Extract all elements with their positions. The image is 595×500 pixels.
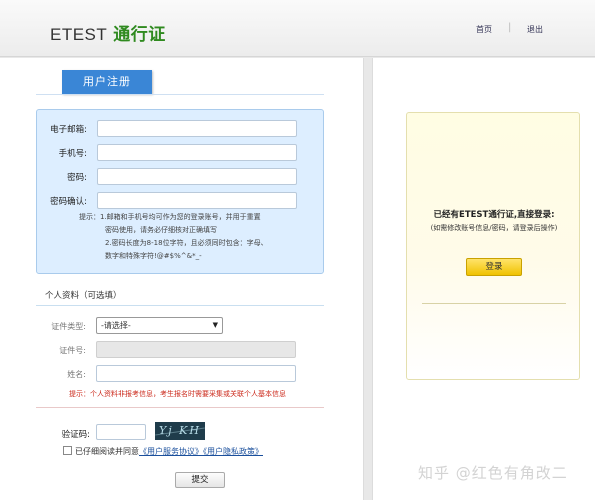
login-divider: [422, 303, 566, 304]
hint-line-1: 提示：1.邮箱和手机号均可作为您的登录账号，并用于重置: [79, 213, 261, 221]
login-panel: 已经有ETEST通行证,直接登录: (如需修改账号信息/密码，请登录后操作) 登…: [372, 58, 595, 500]
account-form-box: 电子邮箱: 手机号: 密码: 密码确认: 提示：1.邮箱和手机号均可作为您的登录…: [36, 109, 324, 274]
nav-home-link[interactable]: 首页: [476, 24, 492, 35]
login-title: 已经有ETEST通行证,直接登录:: [433, 210, 555, 220]
hint-line-4: 数字和特殊字符!@#$%^&*_-: [105, 252, 202, 260]
personal-info-warning: 提示：个人资料非报考信息，考生报名时需要采集或关联个人基本信息: [69, 390, 286, 398]
tab-divider: [36, 94, 324, 95]
section-divider: [36, 305, 324, 306]
id-type-label: 证件类型:: [51, 322, 86, 331]
dropdown-arrow-icon: ▼: [212, 321, 218, 329]
hint-line-2: 密码使用，请务必仔细核对正确填写: [105, 226, 217, 234]
email-label: 电子邮箱:: [50, 125, 87, 135]
logo-text-en: ETEST: [50, 25, 108, 44]
agree-checkbox[interactable]: [63, 446, 72, 455]
login-button[interactable]: 登录: [466, 258, 522, 276]
password-field[interactable]: [97, 168, 297, 185]
id-type-select[interactable]: -请选择- ▼: [96, 317, 223, 334]
name-field[interactable]: [96, 365, 296, 382]
login-box: 已经有ETEST通行证,直接登录: (如需修改账号信息/密码，请登录后操作) 登…: [406, 112, 580, 380]
logo-text-cn: 通行证: [113, 25, 166, 44]
password-label: 密码:: [67, 173, 87, 183]
phone-label: 手机号:: [58, 149, 87, 159]
id-number-field: [96, 341, 296, 358]
login-subtitle: (如需修改账号信息/密码，请登录后操作): [430, 224, 558, 232]
logo[interactable]: ETEST 通行证: [50, 20, 166, 45]
terms-link[interactable]: 《用户服务协议》: [139, 447, 203, 456]
privacy-link[interactable]: 《用户隐私政策》: [203, 447, 263, 456]
section-divider-2: [36, 407, 324, 408]
id-type-value: -请选择-: [101, 321, 131, 330]
password-confirm-label: 密码确认:: [50, 197, 87, 207]
personal-section-title: 个人资料（可选填）: [45, 291, 122, 301]
header: ETEST 通行证 首页 | 退出: [0, 0, 595, 57]
agree-text: 已仔细阅读并同意: [75, 447, 139, 456]
hint-line-3: 2.密码长度为8-18位字符，且必须同时包含：字母、: [105, 239, 268, 247]
id-number-label: 证件号:: [59, 346, 86, 355]
name-label: 姓名:: [67, 370, 86, 379]
captcha-image[interactable]: Yj KH: [155, 422, 205, 440]
register-panel: 用户注册 电子邮箱: 手机号: 密码: 密码确认: 提示：1.邮箱和手机号均可作…: [0, 58, 364, 500]
tab-register[interactable]: 用户注册: [62, 70, 152, 94]
phone-field[interactable]: [97, 144, 297, 161]
nav-separator: |: [508, 22, 512, 33]
email-field[interactable]: [97, 120, 297, 137]
captcha-input[interactable]: [96, 424, 146, 440]
agreement-row: 已仔细阅读并同意《用户服务协议》《用户隐私政策》: [63, 446, 263, 457]
submit-button[interactable]: 提交: [175, 472, 225, 488]
password-confirm-field[interactable]: [97, 192, 297, 209]
nav-logout-link[interactable]: 退出: [527, 24, 543, 35]
watermark: 知乎 @红色有角改二: [418, 464, 568, 482]
captcha-label: 验证码:: [61, 430, 90, 440]
